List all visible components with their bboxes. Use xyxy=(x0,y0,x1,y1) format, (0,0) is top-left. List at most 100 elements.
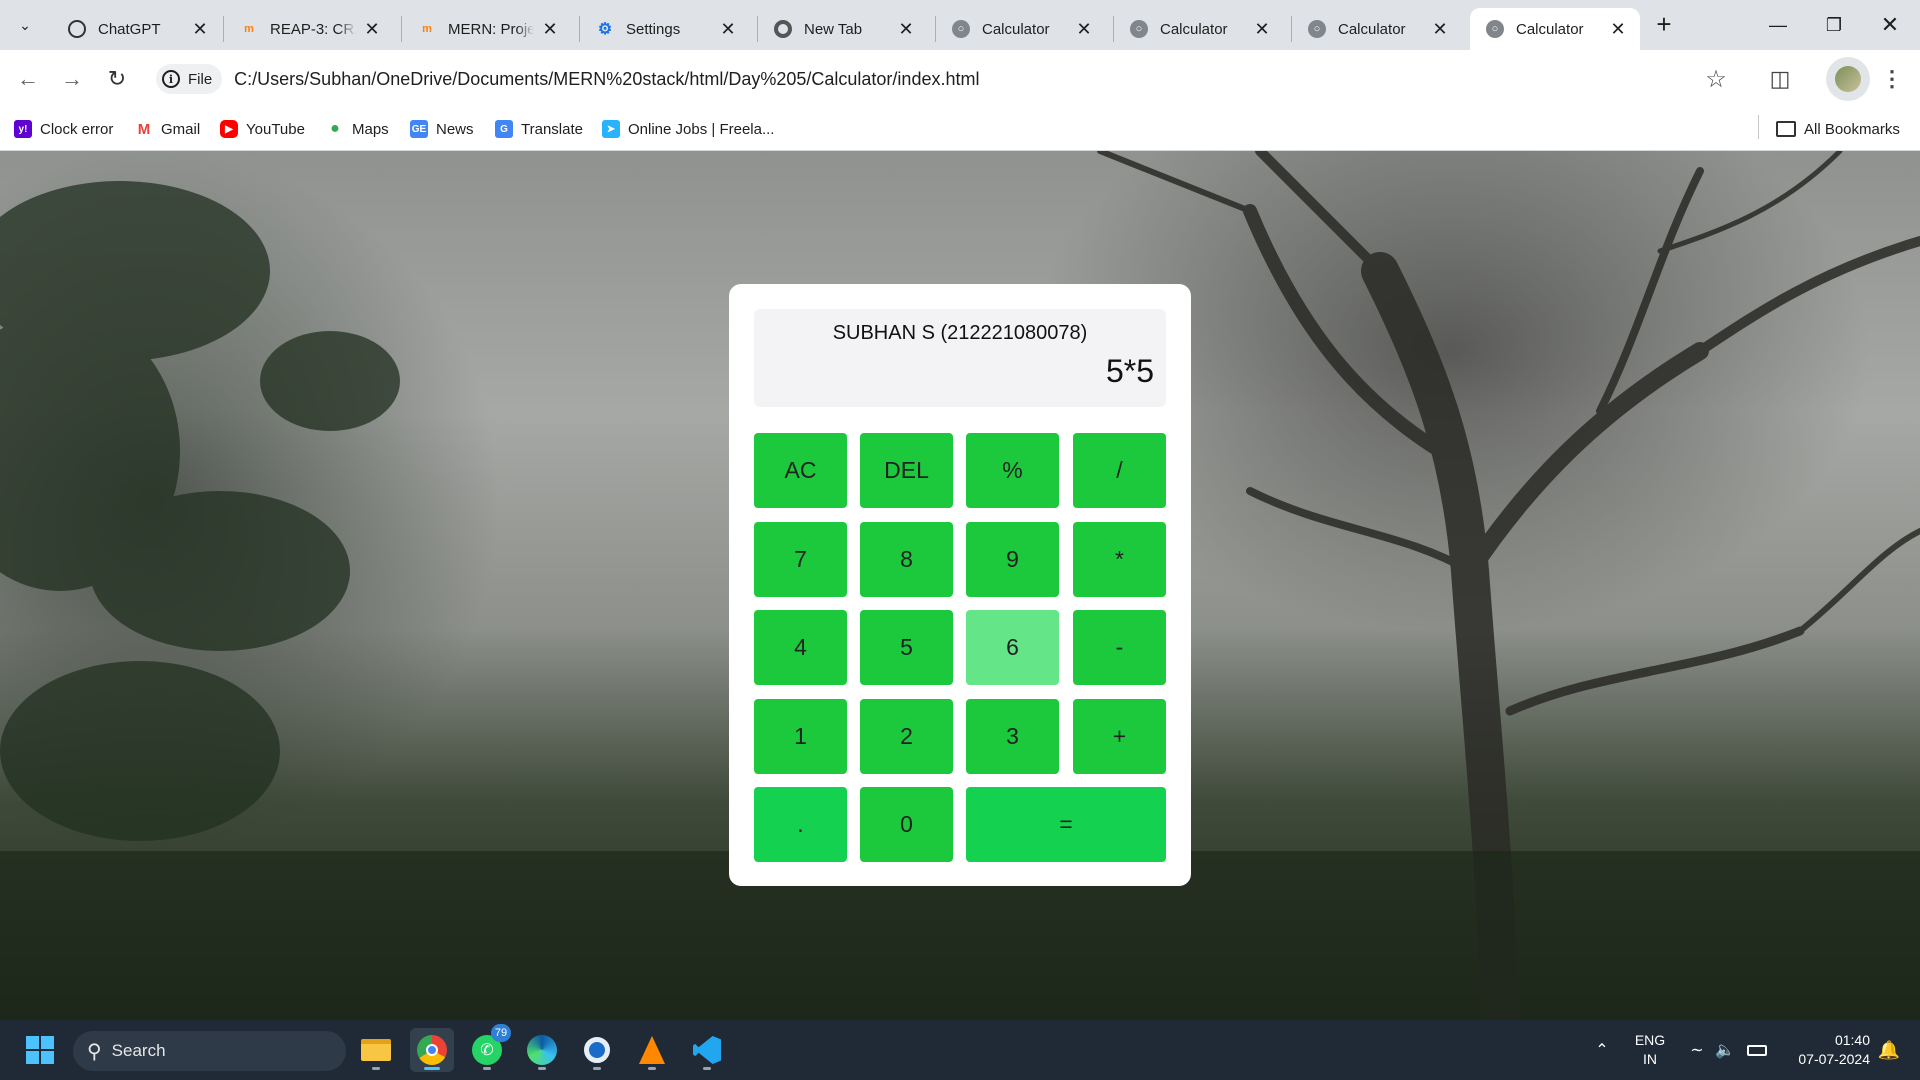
tab-settings[interactable]: ⚙ Settings ✕ xyxy=(580,8,750,50)
file-explorer-icon[interactable] xyxy=(354,1028,398,1072)
site-info-chip[interactable]: i File xyxy=(156,64,223,94)
language-indicator[interactable]: ENG IN xyxy=(1624,1031,1676,1069)
forward-arrow-icon[interactable]: → xyxy=(56,63,88,95)
running-indicator xyxy=(648,1067,656,1070)
close-icon[interactable]: ✕ xyxy=(1608,19,1628,39)
key-7[interactable]: 7 xyxy=(754,522,847,597)
bookmark-label: Clock error xyxy=(40,120,114,138)
clock[interactable]: 01:40 07-07-2024 xyxy=(1780,1031,1870,1069)
tab-search-dropdown-icon[interactable]: ⌄ xyxy=(12,12,38,38)
address-bar[interactable]: i File C:/Users/Subhan/OneDrive/Document… xyxy=(150,58,1730,100)
search-icon: ⚲ xyxy=(87,1040,102,1063)
close-icon[interactable]: ✕ xyxy=(190,19,210,39)
close-icon[interactable]: ✕ xyxy=(718,19,738,39)
clock-date: 07-07-2024 xyxy=(1798,1051,1870,1067)
key-multiply[interactable]: * xyxy=(1073,522,1166,597)
menu-kebab-icon[interactable]: ⋮ xyxy=(1880,63,1904,95)
volume-icon[interactable]: 🔈 xyxy=(1712,1028,1738,1072)
tab-title: Calculator xyxy=(1160,20,1228,38)
bookmark-label: Gmail xyxy=(161,120,201,138)
region-code: IN xyxy=(1643,1051,1657,1067)
key-3[interactable]: 3 xyxy=(966,699,1059,774)
close-icon[interactable]: ✕ xyxy=(1074,19,1094,39)
key-9[interactable]: 9 xyxy=(966,522,1059,597)
tab-new-tab[interactable]: New Tab ✕ xyxy=(758,8,928,50)
key-5[interactable]: 5 xyxy=(860,610,953,685)
reload-icon[interactable]: ↻ xyxy=(101,63,133,95)
language-code: ENG xyxy=(1634,1032,1666,1048)
new-tab-plus-icon[interactable]: + xyxy=(1650,9,1678,39)
key-subtract[interactable]: - xyxy=(1073,610,1166,685)
close-icon[interactable]: ✕ xyxy=(896,19,916,39)
tab-mern-project[interactable]: m MERN: Project ✕ xyxy=(402,8,572,50)
minimize-icon[interactable]: — xyxy=(1750,0,1806,50)
key-2[interactable]: 2 xyxy=(860,699,953,774)
tab-chatgpt[interactable]: ChatGPT ✕ xyxy=(52,8,222,50)
tab-strip: ⌄ ChatGPT ✕ m REAP-3: CRASH ✕ m MERN: Pr… xyxy=(0,0,1920,50)
key-percent[interactable]: % xyxy=(966,433,1059,508)
windows-start-icon[interactable] xyxy=(18,1028,62,1072)
key-divide[interactable]: / xyxy=(1073,433,1166,508)
bookmark-label: News xyxy=(436,120,474,138)
browser-toolbar: ← → ↻ i File C:/Users/Subhan/OneDrive/Do… xyxy=(0,50,1920,108)
calculator-title: SUBHAN S (212221080078) xyxy=(832,322,1088,344)
notification-bell-icon[interactable]: 🔔 xyxy=(1874,1028,1904,1072)
bookmark-news[interactable]: GE News xyxy=(410,117,474,141)
key-0[interactable]: 0 xyxy=(860,787,953,862)
url-text[interactable]: C:/Users/Subhan/OneDrive/Documents/MERN%… xyxy=(234,69,979,90)
key-4[interactable]: 4 xyxy=(754,610,847,685)
wifi-icon[interactable]: ∼ xyxy=(1684,1028,1710,1072)
bookmarks-divider xyxy=(1758,115,1759,139)
key-8[interactable]: 8 xyxy=(860,522,953,597)
moodle-icon: m xyxy=(244,23,254,35)
profile-avatar[interactable] xyxy=(1826,57,1870,101)
bookmark-online-jobs[interactable]: ➤ Online Jobs | Freela... xyxy=(602,117,774,141)
bookmark-clock-error[interactable]: y! Clock error xyxy=(14,117,113,141)
bookmark-maps[interactable]: ● Maps xyxy=(326,117,389,141)
bookmark-label: Online Jobs | Freela... xyxy=(628,120,775,138)
chrome-icon xyxy=(774,20,792,38)
chrome-taskbar-icon[interactable] xyxy=(410,1028,454,1072)
vscode-icon[interactable] xyxy=(685,1028,729,1072)
close-icon[interactable]: ✕ xyxy=(1252,19,1272,39)
tab-calculator-3[interactable]: ○ Calculator ✕ xyxy=(1292,8,1462,50)
key-del[interactable]: DEL xyxy=(860,433,953,508)
restore-window-icon[interactable]: ❐ xyxy=(1806,0,1862,50)
all-bookmarks[interactable]: All Bookmarks xyxy=(1776,117,1900,141)
edge-icon[interactable] xyxy=(520,1028,564,1072)
key-equals[interactable]: = xyxy=(966,787,1166,862)
webcam-app-icon[interactable] xyxy=(575,1028,619,1072)
settings-gear-icon: ⚙ xyxy=(597,21,613,38)
key-ac[interactable]: AC xyxy=(754,433,847,508)
vlc-icon[interactable] xyxy=(630,1028,674,1072)
tray-overflow-chevron-icon[interactable]: ⌃ xyxy=(1580,1028,1624,1072)
whatsapp-icon[interactable]: ✆ 79 xyxy=(465,1024,511,1072)
clock-time: 01:40 xyxy=(1834,1032,1870,1048)
key-6[interactable]: 6 xyxy=(966,610,1059,685)
extensions-puzzle-icon[interactable]: ◫ xyxy=(1764,63,1796,95)
running-indicator xyxy=(593,1067,601,1070)
close-icon[interactable]: ✕ xyxy=(540,19,560,39)
battery-icon[interactable] xyxy=(1742,1028,1772,1072)
tab-calculator-1[interactable]: ○ Calculator ✕ xyxy=(936,8,1106,50)
windows-taskbar: ⚲ Search ✆ 79 ⌃ ENG IN ∼ 🔈 01:40 07-07-2… xyxy=(0,1020,1920,1080)
moodle-icon: m xyxy=(422,23,432,35)
bookmark-translate[interactable]: G Translate xyxy=(495,117,583,141)
tab-calculator-active[interactable]: ○ Calculator ✕ xyxy=(1470,8,1640,50)
bookmark-youtube[interactable]: ▶ YouTube xyxy=(220,117,305,141)
taskbar-search[interactable]: ⚲ Search xyxy=(73,1031,346,1071)
close-window-icon[interactable]: ✕ xyxy=(1862,0,1918,50)
bookmark-gmail[interactable]: M Gmail xyxy=(135,117,200,141)
news-icon: GE xyxy=(410,120,428,138)
bookmark-star-icon[interactable]: ☆ xyxy=(1700,63,1732,95)
tab-calculator-2[interactable]: ○ Calculator ✕ xyxy=(1114,8,1284,50)
notification-badge: 79 xyxy=(491,1024,511,1042)
close-icon[interactable]: ✕ xyxy=(362,19,382,39)
key-add[interactable]: + xyxy=(1073,699,1166,774)
key-1[interactable]: 1 xyxy=(754,699,847,774)
close-icon[interactable]: ✕ xyxy=(1430,19,1450,39)
key-decimal[interactable]: . xyxy=(754,787,847,862)
back-arrow-icon[interactable]: ← xyxy=(12,63,44,95)
page-viewport: SUBHAN S (212221080078) 5*5 AC DEL % / 7… xyxy=(0,151,1920,1020)
tab-reap[interactable]: m REAP-3: CRASH ✕ xyxy=(224,8,394,50)
